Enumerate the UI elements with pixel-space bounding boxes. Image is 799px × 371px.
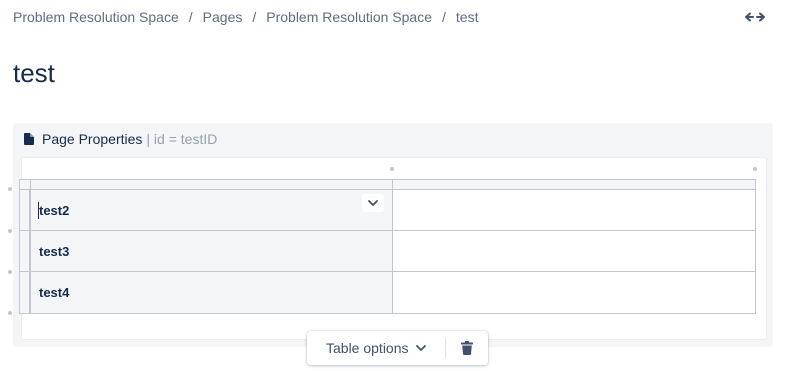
macro-params: | id = testID xyxy=(146,131,218,147)
table-floating-toolbar: Table options xyxy=(307,331,488,365)
breadcrumb-item-current[interactable]: test xyxy=(456,9,479,25)
insert-row-dot[interactable] xyxy=(8,187,12,191)
expand-width-button[interactable] xyxy=(744,8,766,26)
macro-name: Page Properties xyxy=(42,131,143,147)
toolbar-divider xyxy=(444,338,446,358)
row-control[interactable] xyxy=(19,189,30,231)
insert-row-dot[interactable] xyxy=(8,270,12,274)
trash-icon xyxy=(460,341,473,355)
insert-row-dot[interactable] xyxy=(8,311,12,315)
macro-header: Page Properties | id = testID xyxy=(24,131,217,147)
table-options-button[interactable]: Table options xyxy=(326,334,426,362)
breadcrumb-item-pages[interactable]: Pages xyxy=(203,9,243,25)
delete-table-button[interactable] xyxy=(456,336,478,360)
cell-text: test3 xyxy=(39,244,70,259)
row-control[interactable] xyxy=(19,230,30,272)
breadcrumb-separator: / xyxy=(188,9,193,25)
row-control[interactable] xyxy=(19,271,30,314)
table-header-cell[interactable]: test2 xyxy=(30,189,393,231)
page-title[interactable]: test xyxy=(13,58,55,89)
table-cell[interactable] xyxy=(392,230,756,272)
insert-column-dot[interactable] xyxy=(753,167,757,171)
breadcrumb-item-parent-page[interactable]: Problem Resolution Space xyxy=(266,9,432,25)
chevron-down-icon xyxy=(368,200,378,206)
table-cell[interactable] xyxy=(392,271,756,314)
expand-width-icon xyxy=(745,12,765,22)
breadcrumb-item-space[interactable]: Problem Resolution Space xyxy=(13,9,179,25)
breadcrumb: Problem Resolution Space / Pages / Probl… xyxy=(13,9,478,25)
table-cell[interactable] xyxy=(392,189,756,231)
cell-text: test2 xyxy=(39,203,70,218)
table-options-label: Table options xyxy=(326,340,409,356)
table-header-cell[interactable]: test3 xyxy=(30,230,393,272)
chevron-down-icon xyxy=(415,345,426,351)
cell-text: test4 xyxy=(39,285,70,300)
insert-column-dot[interactable] xyxy=(390,167,394,171)
table-header-cell[interactable]: test4 xyxy=(30,271,393,314)
cell-options-button[interactable] xyxy=(362,194,384,212)
document-icon xyxy=(24,133,34,145)
properties-table[interactable]: test2 test3 test4 xyxy=(19,179,756,314)
confluence-editor: Problem Resolution Space / Pages / Probl… xyxy=(0,0,799,371)
breadcrumb-separator: / xyxy=(442,9,446,25)
insert-row-dot[interactable] xyxy=(8,229,12,233)
breadcrumb-separator: / xyxy=(252,9,257,25)
